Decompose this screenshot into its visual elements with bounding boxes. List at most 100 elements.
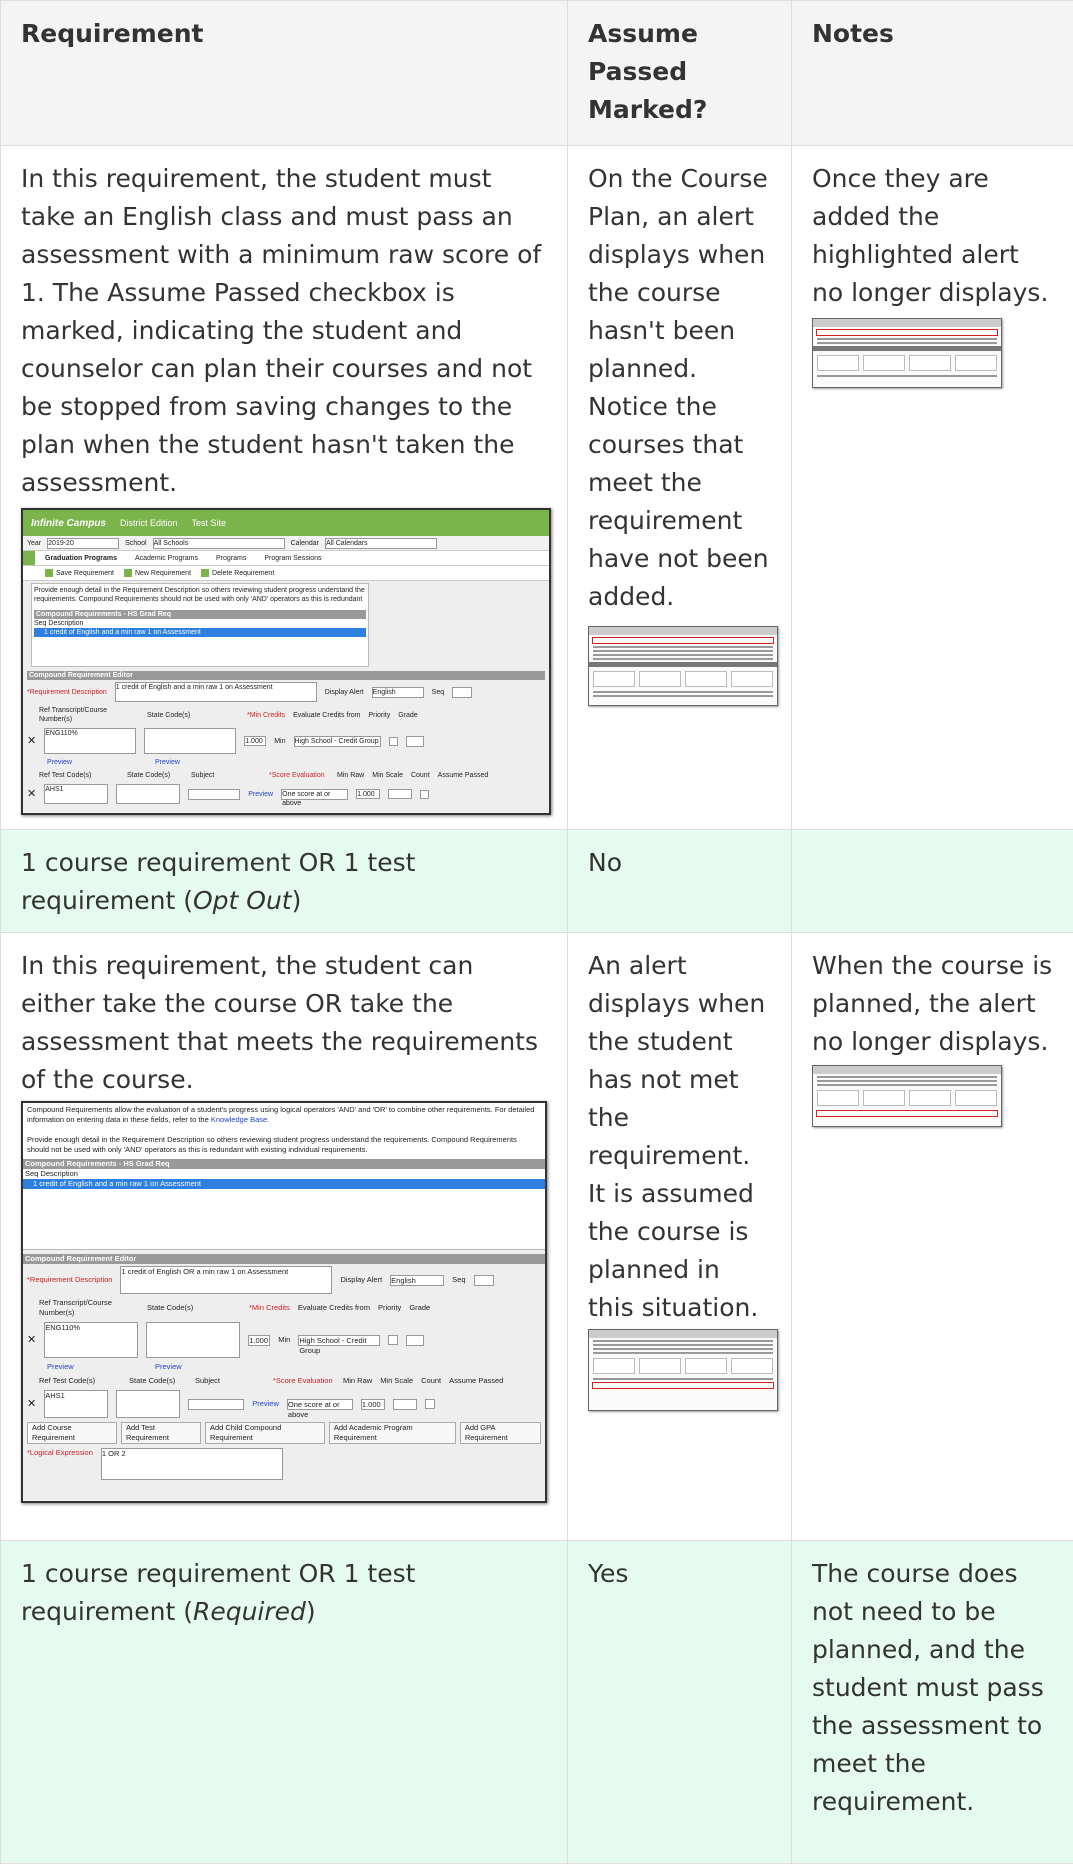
header-requirement: Requirement: [1, 1, 568, 146]
assume-passed-cell: Yes: [568, 1541, 792, 1864]
priority-checkbox: [389, 737, 398, 746]
min-credits-header: *Min Credits: [249, 1303, 290, 1313]
assume-passed-text: On the Course Plan, an alert displays wh…: [588, 160, 771, 616]
year-label: Year: [27, 539, 41, 548]
grade-header: Grade: [398, 711, 417, 720]
test-code-field: AHS1: [44, 1390, 108, 1418]
course-ref-header: Ref Transcript/Course Number(s): [39, 1298, 139, 1318]
state-code-field: [144, 728, 236, 754]
table-row: 1 course requirement OR 1 test requireme…: [1, 830, 1073, 933]
assume-passed-text: Yes: [588, 1555, 771, 1593]
requirement-suffix: ): [292, 886, 302, 915]
intro-text: Compound Requirements allow the evaluati…: [27, 1105, 534, 1124]
state-codes-header: State Code(s): [147, 711, 239, 720]
seq-label: Seq: [432, 688, 444, 697]
alert-select: English: [390, 1275, 444, 1286]
header-assume-passed: Assume Passed Marked?: [568, 1, 792, 146]
add-gpa-requirement-button: Add GPA Requirement: [460, 1422, 541, 1444]
notes-cell: Once they are added the highlighted aler…: [792, 146, 1073, 830]
assume-passed-header: Assume Passed: [449, 1376, 503, 1386]
requirement-cell: In this requirement, the student can eit…: [1, 933, 568, 1541]
requirement-emphasis: Opt Out: [193, 886, 292, 915]
course-ref-header: Ref Transcript/Course Number(s): [39, 706, 139, 724]
notes-text: When the course is planned, the alert no…: [812, 947, 1053, 1061]
requirement-text: 1 course requirement OR 1 test requireme…: [21, 844, 547, 920]
side-toggle-icon: [23, 551, 35, 565]
course-field: ENG110%: [44, 1322, 138, 1358]
min-scale-field: [388, 789, 412, 799]
description-label: *Requirement Description: [27, 1275, 112, 1285]
year-select: 2019-20: [47, 538, 119, 549]
table-row: In this requirement, the student must ta…: [1, 146, 1073, 830]
min-scale-header: Min Scale: [380, 1376, 413, 1386]
notes-cell: When the course is planned, the alert no…: [792, 933, 1073, 1541]
logical-expression-field: 1 OR 2: [101, 1448, 283, 1480]
priority-header: Priority: [378, 1303, 401, 1313]
requirement-cell: In this requirement, the student must ta…: [1, 146, 568, 830]
test-preview-link: Preview: [248, 790, 273, 799]
test-header-row: Ref Test Code(s) State Code(s) Subject *…: [23, 769, 549, 782]
test-state-codes-header: State Code(s): [129, 1376, 187, 1386]
requirement-cell: 1 course requirement OR 1 test requireme…: [1, 830, 568, 933]
list-title: Compound Requirements - HS Grad Req: [23, 1159, 545, 1169]
subject-select: [188, 1399, 244, 1410]
logical-expression-row: *Logical Expression 1 OR 2: [23, 1446, 545, 1482]
test-state-field: [116, 1390, 180, 1418]
table-header-row: Requirement Assume Passed Marked? Notes: [1, 1, 1073, 146]
state-code-field: [146, 1322, 240, 1358]
assume-passed-text: No: [588, 844, 771, 882]
grade-select: [406, 736, 424, 747]
notes-cell: The course does not need to be planned, …: [792, 1541, 1073, 1864]
tab-programs: Programs: [216, 554, 246, 563]
minus-icon: [201, 569, 209, 577]
priority-checkbox: [388, 1335, 398, 1345]
requirement-suffix: ): [306, 1597, 316, 1626]
credits-field: 1.000: [248, 1335, 270, 1346]
subject-header: Subject: [195, 1376, 265, 1386]
test-state-codes-header: State Code(s): [127, 771, 183, 780]
edition-label: District Edition: [120, 519, 178, 528]
test-state-field: [116, 784, 180, 804]
state-codes-header: State Code(s): [147, 1303, 241, 1313]
or-requirement-editor-screenshot: Compound Requirements allow the evaluati…: [21, 1101, 547, 1503]
count-header: Count: [421, 1376, 441, 1386]
save-label: Save Requirement: [56, 570, 114, 577]
campus-logo: Infinite Campus: [31, 519, 106, 528]
test-preview-link: Preview: [252, 1399, 279, 1409]
requirements-panel: Provide enough detail in the Requirement…: [31, 583, 369, 667]
table-row: 1 course requirement OR 1 test requireme…: [1, 1541, 1073, 1864]
score-eval-header: *Score Evaluation: [269, 771, 329, 780]
add-buttons-row: Add Course Requirement Add Test Requirem…: [23, 1420, 545, 1446]
requirements-table: Requirement Assume Passed Marked? Notes …: [0, 0, 1073, 1864]
display-alert-label: Display Alert: [325, 688, 364, 697]
course-requirement-row: ✕ ENG110% 1.000 Min High School - Credit…: [23, 1320, 545, 1360]
help-text: Provide enough detail in the Requirement…: [23, 1133, 545, 1159]
requirement-text: 1 course requirement OR 1 test requireme…: [21, 1555, 547, 1631]
course-preview-link: Preview: [47, 758, 147, 767]
delete-requirement-button: Delete Requirement: [201, 569, 274, 578]
action-toolbar: Save Requirement New Requirement Delete …: [23, 566, 549, 581]
requirement-text: In this requirement, the student can eit…: [21, 947, 547, 1099]
save-requirement-button: Save Requirement: [45, 569, 114, 578]
list-columns: Seq Description: [34, 619, 366, 628]
notes-text: Once they are added the highlighted aler…: [812, 160, 1053, 312]
tab-graduation-programs: Graduation Programs: [45, 554, 117, 563]
eval-select: High School - Credit Group: [294, 736, 381, 747]
score-eval-header: *Score Evaluation: [273, 1376, 335, 1386]
course-plan-alert-thumbnail: [588, 626, 778, 706]
seq-label: Seq: [452, 1275, 465, 1285]
knowledge-base-link: Knowledge Base.: [211, 1115, 269, 1124]
preview-row: Preview Preview: [23, 756, 549, 769]
new-requirement-button: New Requirement: [124, 569, 191, 578]
min-raw-header: Min Raw: [343, 1376, 372, 1386]
add-academic-program-button: Add Academic Program Requirement: [329, 1422, 456, 1444]
help-text: Provide enough detail in the Requirement…: [34, 586, 366, 604]
table-row: In this requirement, the student can eit…: [1, 933, 1073, 1541]
test-header-row: Ref Test Code(s) State Code(s) Subject *…: [23, 1374, 545, 1388]
tab-bar: Graduation Programs Academic Programs Pr…: [23, 551, 549, 566]
seq-field: [474, 1275, 494, 1286]
requirement-emphasis: Required: [193, 1597, 306, 1626]
add-child-compound-button: Add Child Compound Requirement: [205, 1422, 325, 1444]
requirement-text: In this requirement, the student must ta…: [21, 160, 547, 502]
assume-passed-text: An alert displays when the student has n…: [588, 947, 771, 1327]
